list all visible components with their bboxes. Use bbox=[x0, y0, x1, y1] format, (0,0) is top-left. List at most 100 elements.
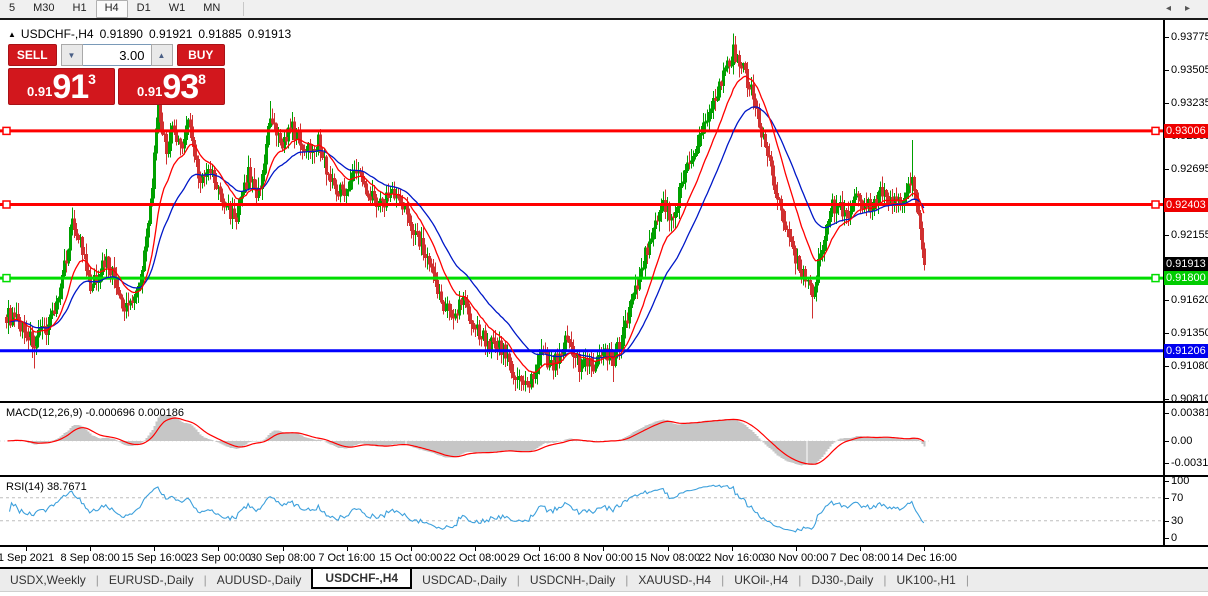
tab-dj30-daily[interactable]: DJ30-,Daily bbox=[801, 571, 883, 589]
sell-quote-button[interactable]: 0.91 91 3 bbox=[8, 68, 115, 105]
tab-usdx-weekly[interactable]: USDX,Weekly bbox=[0, 571, 96, 589]
mt4-window: 5M30H1H4D1W1MN ▲ USDCHF-,H4 0.91890 0.91921… bbox=[0, 0, 1208, 595]
tab-ukoil-h4[interactable]: UKOil-,H4 bbox=[724, 571, 798, 589]
timeframe-button-w1[interactable]: W1 bbox=[160, 0, 195, 18]
buy-price-big: 93 bbox=[162, 71, 198, 103]
rsi-bottom-divider bbox=[0, 545, 1208, 547]
price-tick bbox=[1165, 235, 1169, 236]
tab-eurusd-daily[interactable]: EURUSD-,Daily bbox=[99, 571, 204, 589]
price-tick-label: 0.92695 bbox=[1171, 163, 1208, 175]
price-tag-0.92403: 0.92403 bbox=[1164, 198, 1208, 212]
tab-usdcad-daily[interactable]: USDCAD-,Daily bbox=[412, 571, 517, 589]
tab-scroll-arrows: ◂▸ bbox=[1166, 3, 1204, 14]
price-tick-label: 0.91080 bbox=[1171, 360, 1208, 372]
sell-button[interactable]: SELL bbox=[8, 44, 57, 66]
bar-low: 0.91885 bbox=[198, 27, 241, 41]
price-tick-label: 0.93775 bbox=[1171, 31, 1208, 43]
buy-quote-button[interactable]: 0.91 93 8 bbox=[118, 68, 225, 105]
bottom-strip bbox=[0, 591, 1208, 596]
macd-tick-label: -0.003115 bbox=[1171, 457, 1208, 469]
timeframe-toolbar: 5M30H1H4D1W1MN bbox=[0, 0, 1208, 18]
collapse-icon[interactable]: ▲ bbox=[8, 30, 16, 39]
chart-area: ▲USDCHF-,H40.918900.919210.918850.91913 … bbox=[0, 20, 1208, 569]
macd-tick-label: 0.00 bbox=[1171, 435, 1192, 447]
chart-tab-bar: USDX,Weekly|EURUSD-,Daily|AUDUSD-,DailyU… bbox=[0, 569, 1208, 591]
sell-price-prefix: 0.91 bbox=[27, 84, 52, 99]
time-tick bbox=[154, 547, 155, 551]
time-tick bbox=[411, 547, 412, 551]
time-tick-label: 14 Dec 16:00 bbox=[879, 552, 969, 564]
chart-title: ▲USDCHF-,H40.918900.919210.918850.91913 bbox=[8, 27, 291, 41]
macd-tick bbox=[1165, 413, 1169, 414]
price-tick bbox=[1165, 366, 1169, 367]
time-tick bbox=[218, 547, 219, 551]
rsi-tick bbox=[1165, 538, 1169, 539]
bar-open: 0.91890 bbox=[100, 27, 143, 41]
volume-stepper: ▼ ▲ bbox=[61, 44, 173, 66]
time-tick bbox=[475, 547, 476, 551]
time-tick bbox=[26, 547, 27, 551]
macd-tick bbox=[1165, 441, 1169, 442]
tab-separator: | bbox=[966, 573, 969, 587]
time-tick bbox=[860, 547, 861, 551]
price-tick bbox=[1165, 333, 1169, 334]
macd-tick-label: 0.003811 bbox=[1171, 407, 1208, 419]
timeframe-button-5[interactable]: 5 bbox=[0, 0, 24, 18]
time-tick bbox=[668, 547, 669, 551]
price-tick bbox=[1165, 399, 1169, 400]
buy-price-prefix: 0.91 bbox=[137, 84, 162, 99]
buy-button[interactable]: BUY bbox=[177, 44, 226, 66]
price-tag-0.93006: 0.93006 bbox=[1164, 124, 1208, 138]
price-tick-label: 0.93505 bbox=[1171, 64, 1208, 76]
rsi-tick-label: 70 bbox=[1171, 492, 1183, 504]
tab-usdcnh-daily[interactable]: USDCNH-,Daily bbox=[520, 571, 625, 589]
tab-uk100-h1[interactable]: UK100-,H1 bbox=[886, 571, 965, 589]
rsi-label: RSI(14) 38.7671 bbox=[6, 481, 87, 493]
time-tick bbox=[603, 547, 604, 551]
time-tick bbox=[283, 547, 284, 551]
time-tick bbox=[924, 547, 925, 551]
sell-price-big: 91 bbox=[52, 71, 88, 103]
timeframe-button-mn[interactable]: MN bbox=[194, 0, 229, 18]
price-tick-label: 0.90810 bbox=[1171, 393, 1208, 405]
price-tick bbox=[1165, 70, 1169, 71]
tab-scroll-right-icon[interactable]: ▸ bbox=[1185, 3, 1204, 14]
timeframe-button-h1[interactable]: H1 bbox=[64, 0, 96, 18]
time-tick bbox=[90, 547, 91, 551]
volume-input[interactable] bbox=[83, 44, 151, 66]
time-tick bbox=[539, 547, 540, 551]
timeframe-button-h4[interactable]: H4 bbox=[96, 0, 128, 18]
price-tick bbox=[1165, 169, 1169, 170]
time-tick bbox=[796, 547, 797, 551]
one-click-trade-panel: SELL ▼ ▲ BUY 0.91 91 3 0.91 93 8 bbox=[8, 44, 225, 105]
main-macd-divider[interactable] bbox=[0, 401, 1208, 403]
rsi-tick bbox=[1165, 498, 1169, 499]
macd-tick bbox=[1165, 463, 1169, 464]
macd-label: MACD(12,26,9) -0.000696 0.000186 bbox=[6, 407, 184, 419]
buy-price-pip: 8 bbox=[198, 71, 206, 87]
toolbar-separator bbox=[243, 2, 244, 16]
timeframe-button-d1[interactable]: D1 bbox=[128, 0, 160, 18]
rsi-tick bbox=[1165, 481, 1169, 482]
tab-scroll-left-icon[interactable]: ◂ bbox=[1166, 3, 1185, 14]
time-tick bbox=[347, 547, 348, 551]
macd-rsi-divider[interactable] bbox=[0, 475, 1208, 477]
price-tick bbox=[1165, 37, 1169, 38]
price-tick bbox=[1165, 103, 1169, 104]
volume-increase-icon[interactable]: ▲ bbox=[151, 44, 173, 66]
timeframe-button-m30[interactable]: M30 bbox=[24, 0, 63, 18]
volume-decrease-icon[interactable]: ▼ bbox=[61, 44, 83, 66]
sell-price-pip: 3 bbox=[88, 71, 96, 87]
tab-audusd-daily[interactable]: AUDUSD-,Daily bbox=[207, 571, 312, 589]
tab-usdchf-h4[interactable]: USDCHF-,H4 bbox=[311, 567, 412, 589]
price-tick-label: 0.91620 bbox=[1171, 294, 1208, 306]
price-tick-label: 0.92155 bbox=[1171, 229, 1208, 241]
tab-xauusd-h4[interactable]: XAUUSD-,H4 bbox=[628, 571, 721, 589]
rsi-tick-label: 0 bbox=[1171, 532, 1177, 544]
bar-high: 0.91921 bbox=[149, 27, 192, 41]
price-tick bbox=[1165, 300, 1169, 301]
rsi-tick bbox=[1165, 521, 1169, 522]
time-tick bbox=[732, 547, 733, 551]
price-tick-label: 0.93235 bbox=[1171, 97, 1208, 109]
price-tick-label: 0.91350 bbox=[1171, 327, 1208, 339]
